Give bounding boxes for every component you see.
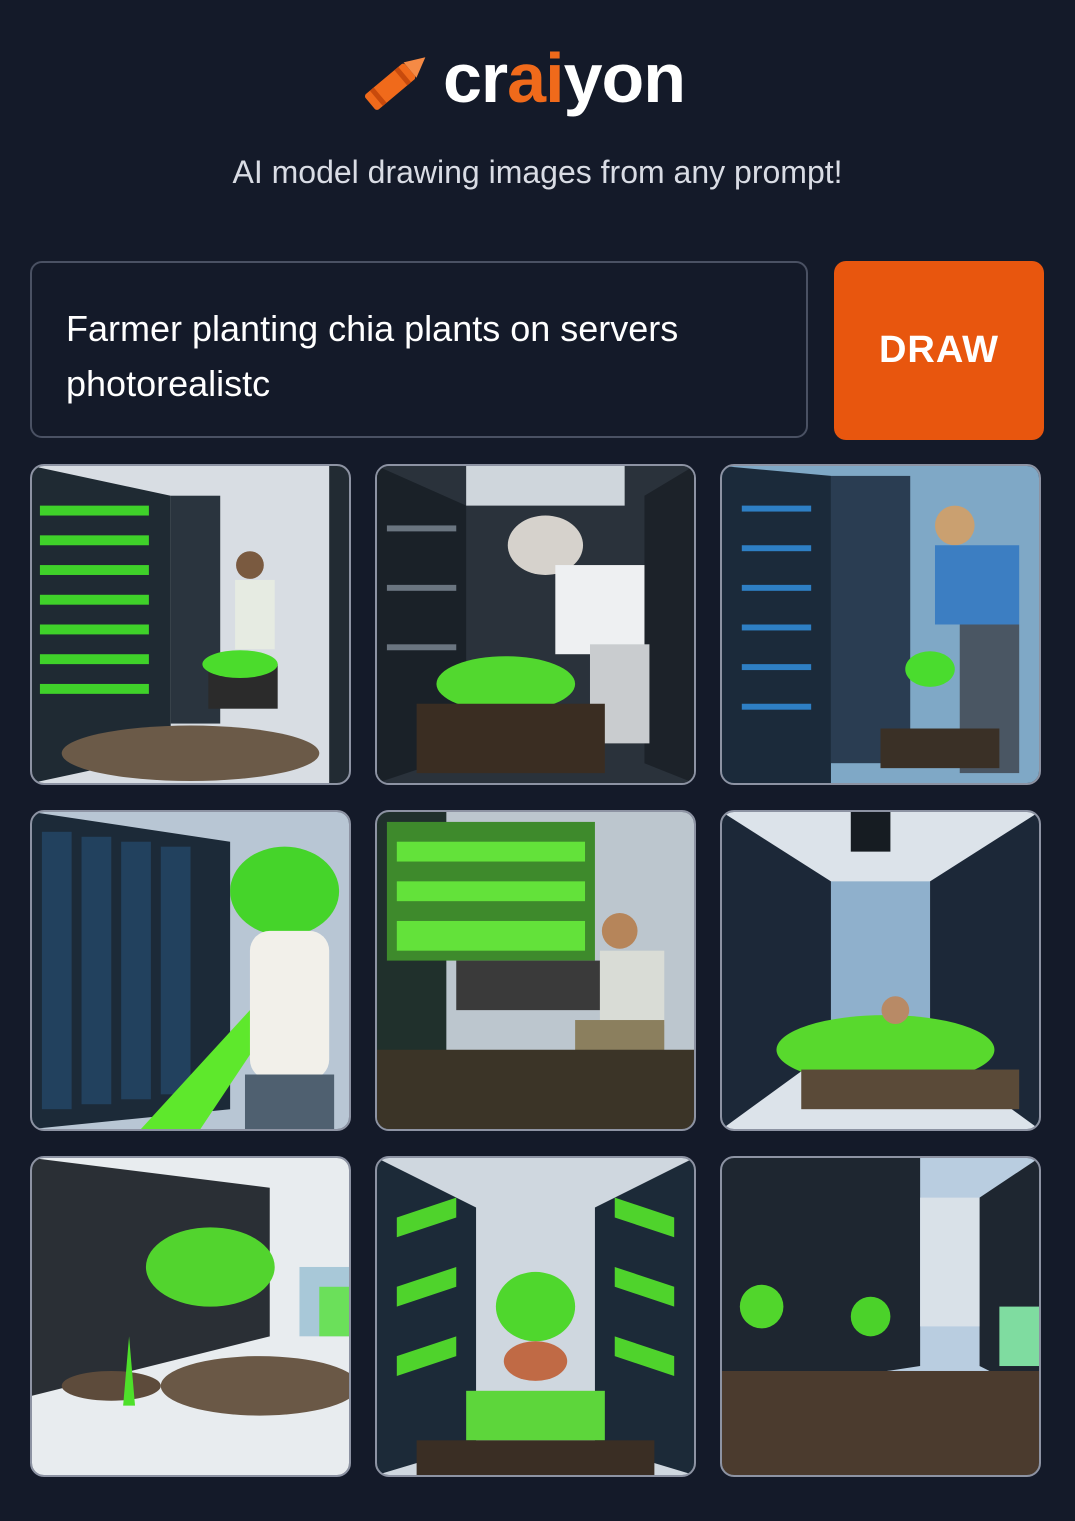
brand-logo-text[interactable]: craiyon: [443, 36, 686, 120]
app-header: craiyon: [0, 34, 1075, 124]
generated-image-1[interactable]: [30, 464, 351, 785]
prompt-input[interactable]: Farmer planting chia plants on servers p…: [30, 261, 808, 438]
generated-image-5[interactable]: [375, 810, 696, 1131]
brand-prefix: cr: [443, 39, 508, 117]
brand-highlight: ai: [507, 39, 564, 117]
generated-image-8[interactable]: [375, 1156, 696, 1477]
crayon-icon: [364, 57, 426, 110]
generated-image-6[interactable]: [720, 810, 1041, 1131]
generated-image-7[interactable]: [30, 1156, 351, 1477]
generated-image-2[interactable]: [375, 464, 696, 785]
generated-image-3[interactable]: [720, 464, 1041, 785]
generated-image-4[interactable]: [30, 810, 351, 1131]
brand-suffix: yon: [563, 39, 686, 117]
generated-image-9[interactable]: [720, 1156, 1041, 1477]
draw-button[interactable]: DRAW: [834, 261, 1044, 440]
prompt-input-value[interactable]: Farmer planting chia plants on servers p…: [66, 301, 786, 411]
tagline: AI model drawing images from any prompt!: [232, 154, 843, 190]
